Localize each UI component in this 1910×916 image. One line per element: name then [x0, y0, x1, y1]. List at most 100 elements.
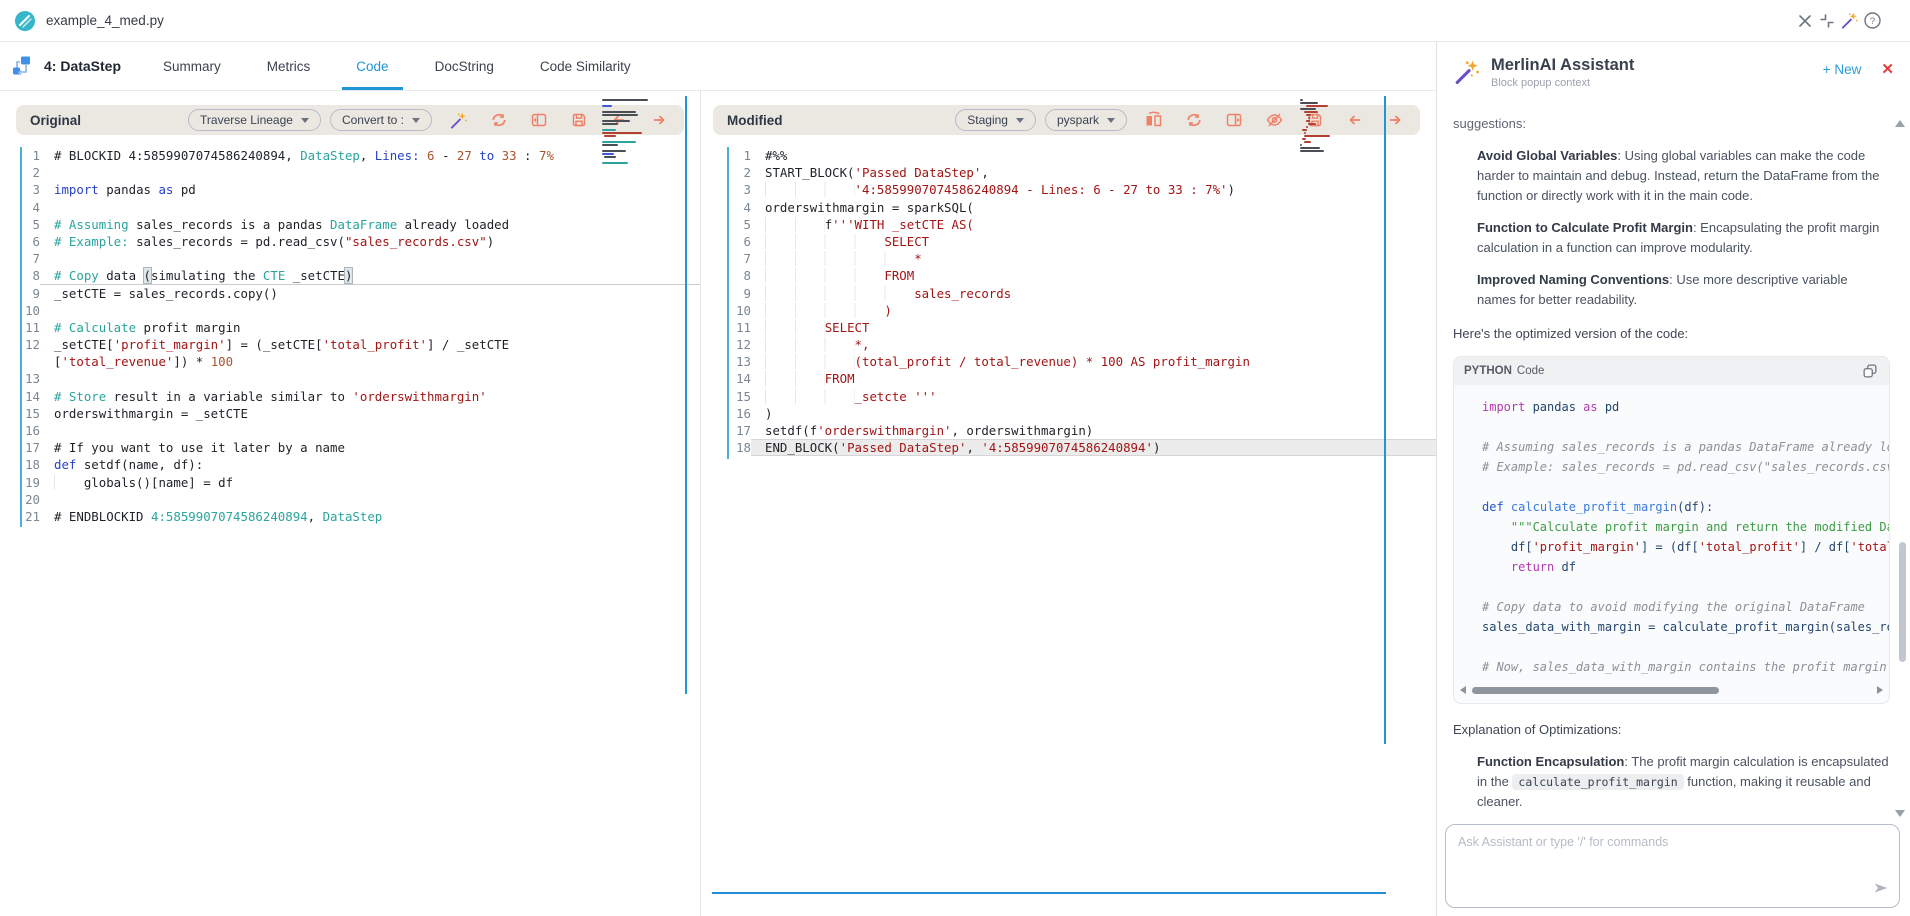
split-left-button[interactable] [528, 109, 550, 132]
close-window-button[interactable] [1794, 9, 1816, 32]
line-number: 3 [701, 181, 751, 198]
code-line: 1# BLOCKID 4:5859907074586240894, DataSt… [0, 147, 700, 164]
line-number: 5 [701, 216, 751, 233]
line-number: 6 [701, 233, 751, 250]
code-line: 10 [0, 302, 700, 319]
code-line: 15orderswithmargin = _setCTE [0, 405, 700, 422]
code-card-body[interactable]: import pandas as pd # Assuming sales_rec… [1454, 385, 1889, 681]
scroll-down-icon[interactable] [1895, 810, 1905, 817]
compare-button[interactable] [1142, 109, 1165, 131]
help-button[interactable]: ? [1861, 9, 1884, 32]
title-bar: example_4_med.py ? [0, 0, 1910, 42]
tab-metrics[interactable]: Metrics [253, 42, 325, 90]
original-code-editor[interactable]: 1# BLOCKID 4:5859907074586240894, DataSt… [0, 140, 700, 916]
tab-docstring[interactable]: DocString [421, 42, 508, 90]
scroll-left-icon[interactable] [1460, 686, 1466, 694]
code-line: 11# Calculate profit margin [0, 319, 700, 336]
split-right-button[interactable] [1223, 109, 1245, 131]
code-line: sales_data_with_margin = calculate_profi… [1468, 617, 1889, 637]
code-line: 16) [701, 405, 1436, 422]
code-line: # Copy data to avoid modifying the origi… [1468, 597, 1889, 617]
magic-wand-icon [1453, 56, 1481, 86]
code-line: # Now, sales_data_with_margin contains t… [1468, 657, 1889, 677]
code-line: 13 (total_profit / total_revenue) * 100 … [701, 353, 1436, 370]
code-line: 14# Store result in a variable similar t… [0, 388, 700, 405]
code-line: 18END_BLOCK('Passed DataStep', '4:585990… [701, 439, 1436, 456]
tab-summary[interactable]: Summary [149, 42, 235, 90]
traverse-lineage-dropdown[interactable]: Traverse Lineage [188, 109, 321, 131]
magic-wand-button[interactable] [447, 109, 470, 132]
tab-code-similarity[interactable]: Code Similarity [526, 42, 645, 90]
assistant-input[interactable] [1446, 825, 1899, 907]
svg-text:?: ? [1870, 16, 1875, 27]
code-line: 7 [0, 250, 700, 267]
assistant-input-box [1445, 824, 1900, 908]
code-line: 4 [0, 199, 700, 216]
code-line: 6 SELECT [701, 233, 1436, 250]
chevron-down-icon [1107, 118, 1115, 123]
code-line: 9 sales_records [701, 285, 1436, 302]
original-panel-title: Original [30, 113, 81, 128]
modified-minimap[interactable] [1300, 99, 1358, 153]
horizontal-scroll-thumb[interactable] [1472, 687, 1719, 694]
code-line: 13 [0, 370, 700, 387]
send-button[interactable] [1871, 878, 1891, 901]
code-line: 3 '4:5859907074586240894 - Lines: 6 - 27… [701, 181, 1436, 198]
staging-dropdown[interactable]: Staging [955, 109, 1036, 131]
language-dropdown[interactable]: pyspark [1045, 109, 1127, 131]
tab-code[interactable]: Code [342, 42, 402, 90]
chevron-down-icon [301, 118, 309, 123]
modified-panel-title: Modified [727, 113, 783, 128]
assistant-subtitle: Block popup context [1491, 77, 1634, 89]
inline-code-chip: calculate_profit_margin [1512, 774, 1683, 790]
line-number: 10 [701, 302, 751, 319]
line-number: 17 [701, 422, 751, 439]
forward-button[interactable] [1384, 109, 1406, 131]
assistant-title: MerlinAI Assistant [1491, 56, 1634, 75]
refresh-button[interactable] [488, 109, 510, 132]
code-line [1468, 577, 1889, 597]
code-line [1468, 637, 1889, 657]
collapse-button[interactable] [1816, 9, 1838, 32]
line-number: 15 [701, 388, 751, 405]
scroll-right-icon[interactable] [1877, 686, 1883, 694]
code-line: """Calculate profit margin and return th… [1468, 517, 1889, 537]
modified-code-editor[interactable]: 1#%%2START_BLOCK('Passed DataStep',3 '4:… [701, 140, 1436, 916]
change-overview-ruler [685, 96, 687, 694]
code-line: 14 FROM [701, 370, 1436, 387]
new-chat-button[interactable]: + New [1823, 62, 1862, 77]
refresh-button[interactable] [1183, 109, 1205, 131]
horizontal-scrollbar[interactable] [1460, 683, 1883, 697]
chevron-down-icon [412, 118, 420, 123]
code-line: 8 FROM [701, 267, 1436, 284]
assistant-toggle-button[interactable] [1838, 9, 1861, 32]
line-number: 18 [701, 439, 751, 456]
app-logo-icon [14, 10, 36, 32]
explanation-title: Explanation of Optimizations: [1453, 720, 1890, 740]
tab-bar: 4: DataStep Summary Metrics Code DocString C… [0, 42, 1436, 91]
code-line: df['profit_margin'] = (df['total_profit'… [1468, 537, 1889, 557]
vertical-scroll-thumb[interactable] [1899, 542, 1906, 662]
save-button[interactable] [568, 109, 590, 132]
close-assistant-button[interactable]: ✕ [1881, 60, 1894, 78]
code-line: 17setdf(f'orderswithmargin', orderswithm… [701, 422, 1436, 439]
assistant-messages[interactable]: suggestions: Avoid Global Variables: Usi… [1437, 100, 1910, 820]
code-line: import pandas as pd [1468, 397, 1889, 417]
suggestions-label: suggestions: [1453, 114, 1890, 134]
hide-button[interactable] [1263, 109, 1286, 131]
code-line: ['total_revenue']) * 100 [0, 353, 700, 370]
selected-block-underline [712, 892, 1386, 894]
line-number: 1 [701, 147, 751, 164]
convert-to-dropdown[interactable]: Convert to : [330, 109, 432, 131]
original-minimap[interactable] [602, 99, 660, 165]
change-overview-ruler [1384, 96, 1386, 744]
copy-code-button[interactable] [1861, 362, 1879, 380]
scroll-up-icon[interactable] [1895, 120, 1905, 127]
line-number: 4 [701, 199, 751, 216]
suggestion-item: Avoid Global Variables: Using global var… [1477, 146, 1890, 206]
code-line: 4orderswithmargin = sparkSQL( [701, 199, 1436, 216]
code-language-label: PYTHON [1464, 365, 1512, 377]
step-label: 4: DataStep [44, 58, 121, 74]
suggestion-item: Improved Naming Conventions: Use more de… [1477, 270, 1890, 310]
line-number: 9 [701, 285, 751, 302]
